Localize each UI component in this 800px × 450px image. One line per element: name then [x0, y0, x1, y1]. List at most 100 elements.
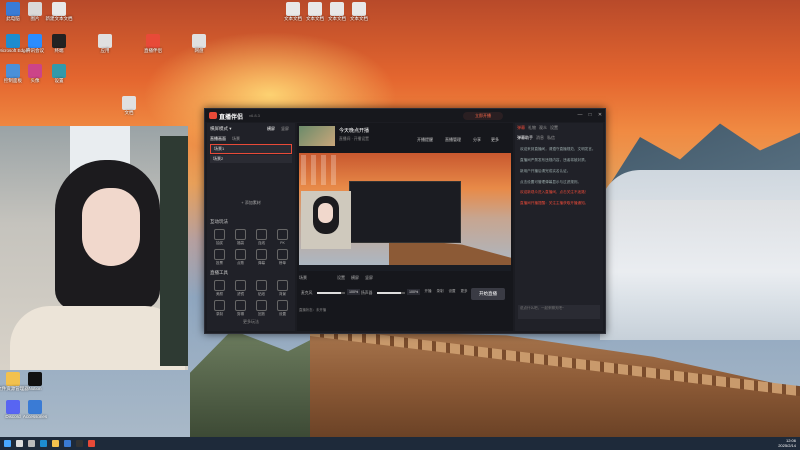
desktop-icon[interactable]: Notion [16, 372, 54, 392]
right-tab[interactable]: 弹幕 [517, 125, 525, 131]
scene-bar-item[interactable]: 竖屏 [365, 275, 373, 281]
desktop-icon[interactable]: 新建文本文档 [40, 2, 78, 22]
desktop-icon-label: 文档 [124, 110, 134, 115]
terminal-icon[interactable] [76, 440, 83, 447]
right-subtab[interactable]: 私信 [547, 135, 555, 141]
chat-input[interactable]: 说点什么吧，一起来聊天吧~ [518, 305, 600, 319]
desktop-icon-glyph [28, 372, 42, 386]
desktop-icon[interactable]: 终端 [40, 34, 78, 54]
add-source-button[interactable]: + 添加素材 [207, 200, 295, 206]
desktop-icon[interactable]: 文本文档 [340, 2, 378, 22]
preview-person-face [318, 203, 333, 223]
tab-scenes[interactable]: 场景 [229, 135, 243, 143]
tool-button[interactable]: PK [272, 229, 293, 246]
tool-button[interactable]: 回放 [251, 300, 272, 317]
desktop-icon-glyph [98, 34, 112, 48]
right-tab[interactable]: 观众 [539, 125, 547, 131]
audio-controls: 麦克风 100% 扬声器 100% 开播 录制 设置 更多 开始直播 直播状态：… [299, 285, 511, 325]
tool-button[interactable]: 设置 [272, 300, 293, 317]
highlight-notice: 欢迎新观众进入直播间，点击关注不迷路！ [518, 188, 600, 197]
tool-button[interactable]: 福袋 [230, 229, 251, 246]
tool-button[interactable]: 滤镜 [230, 280, 251, 297]
desktop-icon-label: 设置 [54, 78, 64, 83]
mic-volume-value: 100% [347, 289, 361, 295]
scene-item[interactable]: 场景2 [210, 155, 292, 163]
tab-portrait[interactable]: 竖屏 [278, 125, 292, 133]
tool-label: 背景 [279, 292, 286, 296]
tool-button[interactable]: 录制 [209, 300, 230, 317]
scene-bar-item[interactable]: 横屏 [351, 275, 359, 281]
task-view-icon[interactable] [28, 440, 35, 447]
app-title: 直播伴侣 [219, 115, 244, 121]
room-title[interactable]: 今天晚点开播 [339, 127, 369, 134]
remind-button[interactable]: 开播提醒 [417, 137, 433, 143]
stream-preview[interactable] [299, 153, 511, 271]
desktop-icon-glyph [192, 34, 206, 48]
tool-button[interactable]: 榜单 [272, 249, 293, 266]
highlight-text: 欢迎新观众进入直播间，点击关注不迷路！ [520, 190, 589, 195]
tool-icon [256, 300, 267, 311]
mic-volume-slider[interactable] [317, 292, 345, 294]
desktop-icon[interactable]: 文档 [110, 96, 148, 116]
control-button[interactable]: 更多 [457, 289, 471, 294]
tool-icon [256, 229, 267, 240]
desktop-icon[interactable]: 设置 [40, 64, 78, 84]
right-subtab[interactable]: 弹幕助手 [517, 135, 533, 141]
streaming-app-window[interactable]: 直播伴侣 v6.8.3 立即开播 — □ ✕ 横屏模式 ▾ 横屏 竖屏 直播画面… [204, 108, 606, 334]
tool-button[interactable]: 背景 [272, 280, 293, 297]
edge-icon[interactable] [40, 440, 47, 447]
search-icon[interactable] [16, 440, 23, 447]
preview-desktop-icons [301, 155, 341, 185]
tool-button[interactable]: 连线 [251, 229, 272, 246]
mic-label: 麦克风 [301, 291, 313, 295]
store-icon[interactable] [64, 440, 71, 447]
promo-button[interactable]: 立即开播 [463, 112, 503, 120]
tool-button[interactable]: 剪辑 [230, 300, 251, 317]
desktop-icon[interactable]: 直播伴侣 [134, 34, 172, 54]
desktop-icon[interactable]: 网盘 [180, 34, 218, 54]
right-tab[interactable]: 设置 [550, 125, 558, 131]
tool-icon [256, 249, 267, 260]
more-button[interactable]: 更多 [491, 137, 499, 143]
more-tools-link[interactable]: 更多玩法 [207, 319, 295, 325]
scene-item[interactable]: 场景1 [210, 144, 292, 154]
mode-selector[interactable]: 横屏模式 ▾ [210, 126, 232, 132]
person-face [82, 188, 140, 266]
app-logo-icon [209, 112, 217, 119]
tool-button[interactable]: 贴纸 [251, 280, 272, 297]
tab-landscape[interactable]: 横屏 [264, 125, 278, 133]
tool-label: 抽奖 [216, 241, 223, 245]
app-titlebar[interactable]: 直播伴侣 v6.8.3 立即开播 — □ ✕ [205, 109, 605, 122]
desktop-icon[interactable]: Accessories [16, 400, 54, 420]
start-icon[interactable] [4, 440, 11, 447]
speaker-volume-slider[interactable] [377, 292, 405, 294]
go-live-button[interactable]: 开始直播 [471, 288, 505, 300]
files-icon[interactable] [52, 440, 59, 447]
manage-button[interactable]: 直播管理 [445, 137, 461, 143]
taskbar-clock[interactable]: 12:06 2025/2/14 [778, 438, 796, 448]
notice-item: 点击设置可管理弹幕显示与过滤规则。 [520, 179, 582, 184]
tool-button[interactable]: 抽奖 [209, 229, 230, 246]
tool-button[interactable]: 弹幕 [251, 249, 272, 266]
desktop-icon[interactable]: 应用 [86, 34, 124, 54]
scene-bar-item[interactable]: 设置 [337, 275, 345, 281]
tab-live-view[interactable]: 直播画面 [207, 135, 229, 143]
hill-background [190, 330, 330, 437]
right-tab[interactable]: 礼物 [528, 125, 536, 131]
tool-icon [235, 249, 246, 260]
maximize-button[interactable]: □ [587, 112, 593, 118]
share-button[interactable]: 分享 [473, 137, 481, 143]
right-subtab[interactable]: 消息 [536, 135, 544, 141]
minimize-button[interactable]: — [577, 112, 583, 118]
tool-button[interactable]: 投票 [209, 249, 230, 266]
desktop-icon-glyph [352, 2, 366, 16]
live-tools-grid: 美颜 滤镜 贴纸 背景录制 剪辑 回放 设置 [207, 278, 295, 319]
tool-icon [277, 300, 288, 311]
tool-button[interactable]: 点歌 [230, 249, 251, 266]
tool-button[interactable]: 美颜 [209, 280, 230, 297]
tool-label: 点歌 [237, 261, 244, 265]
room-cover-thumbnail[interactable] [299, 126, 335, 146]
close-button[interactable]: ✕ [597, 112, 603, 118]
app-icon[interactable] [88, 440, 95, 447]
webcam-overlay[interactable] [0, 126, 188, 370]
